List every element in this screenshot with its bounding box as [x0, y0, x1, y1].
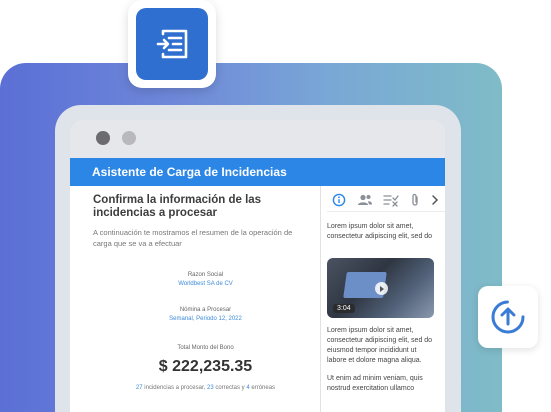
wizard-content: Confirma la información de las incidenci… — [70, 186, 445, 412]
help-paragraph: Ut enim ad minim veniam, quis nostrud ex… — [327, 375, 423, 392]
field-nomina: Nómina a Procesar Semanal, Periodo 12, 2… — [93, 306, 318, 324]
video-duration: 3:04 — [333, 304, 355, 313]
window-titlebar — [70, 120, 445, 158]
upload-card[interactable] — [478, 286, 538, 348]
help-video-thumbnail[interactable]: 3:04 — [327, 258, 434, 318]
help-paragraph: Lorem ipsum dolor sit amet, consectetur … — [327, 327, 433, 364]
info-icon[interactable] — [331, 192, 347, 208]
page-description: A continuación te mostramos el resumen d… — [93, 228, 293, 248]
field-label: Razon Social — [187, 272, 224, 278]
field-amount: Total Monto del Bono — [93, 344, 318, 353]
wizard-header: Asistente de Carga de Incidencias — [70, 158, 445, 186]
field-razon-social: Razon Social Worldbest SA de CV — [93, 271, 318, 289]
amount-label: Total Monto del Bono — [177, 345, 234, 351]
users-icon[interactable] — [357, 192, 373, 208]
processed-count[interactable]: 27 — [136, 385, 143, 391]
confirmation-panel: Confirma la información de las incidenci… — [70, 186, 320, 412]
field-label: Nómina a Procesar — [179, 307, 232, 313]
window-control-dot[interactable] — [96, 131, 110, 145]
field-value[interactable]: Semanal, Periodo 12, 2022 — [93, 315, 318, 324]
amount-value: $ 222,235.35 — [158, 358, 253, 375]
page-title: Confirma la información de las incidenci… — [93, 194, 262, 219]
play-icon[interactable] — [375, 282, 388, 295]
correct-count[interactable]: 23 — [207, 385, 214, 391]
chevron-right-icon[interactable] — [427, 192, 443, 208]
help-paragraph: Lorem ipsum dolor sit amet, consectetur … — [327, 223, 433, 240]
field-value[interactable]: Worldbest SA de CV — [93, 280, 318, 289]
processing-summary: 27 incidencias a procesar, 23 correctas … — [93, 385, 318, 391]
summary-text: erróneas — [249, 385, 276, 391]
upload-icon[interactable] — [490, 299, 526, 335]
window-control-dot[interactable] — [122, 131, 136, 145]
checklist-icon[interactable] — [383, 192, 399, 208]
attachment-icon[interactable] — [407, 192, 423, 208]
document-import-icon — [136, 8, 208, 80]
summary-text: incidencias a procesar, — [142, 385, 207, 391]
sidebar-tabs — [327, 186, 445, 212]
app-badge — [128, 0, 216, 88]
help-sidebar: Lorem ipsum dolor sit amet, consectetur … — [321, 186, 445, 412]
app-window: Asistente de Carga de Incidencias Confir… — [70, 120, 445, 412]
summary-text: correctas y — [213, 385, 247, 391]
